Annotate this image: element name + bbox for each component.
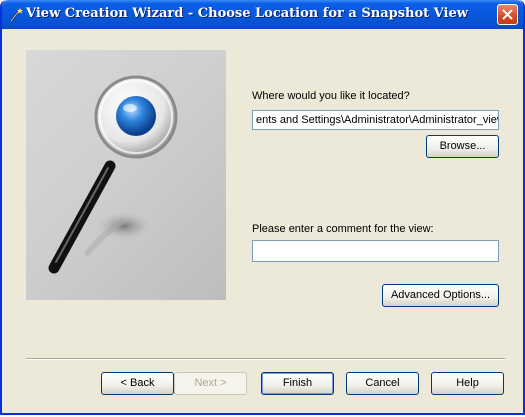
comment-label: Please enter a comment for the view: (252, 223, 434, 235)
next-button[interactable]: Next > (174, 372, 247, 395)
location-input-value: ents and Settings\Administrator\Administ… (256, 114, 499, 126)
button-separator (26, 358, 505, 360)
window-title: View Creation Wizard - Choose Location f… (26, 6, 468, 21)
location-label: Where would you like it located? (252, 90, 410, 102)
advanced-options-button[interactable]: Advanced Options... (382, 284, 499, 307)
location-input[interactable]: ents and Settings\Administrator\Administ… (252, 110, 499, 130)
close-button[interactable] (497, 4, 518, 25)
title-bar[interactable]: View Creation Wizard - Choose Location f… (2, 0, 523, 29)
close-icon (502, 9, 513, 20)
wizard-window: View Creation Wizard - Choose Location f… (0, 0, 525, 415)
wand-icon (8, 7, 24, 23)
browse-button[interactable]: Browse... (426, 135, 499, 158)
wizard-illustration (26, 50, 226, 300)
finish-button[interactable]: Finish (261, 372, 334, 395)
back-button[interactable]: < Back (101, 372, 174, 395)
help-button[interactable]: Help (431, 372, 504, 395)
dialog-content: Where would you like it located? ents an… (2, 29, 523, 413)
cancel-button[interactable]: Cancel (346, 372, 419, 395)
magnifying-glass-icon (48, 75, 178, 274)
comment-input[interactable] (252, 240, 499, 262)
